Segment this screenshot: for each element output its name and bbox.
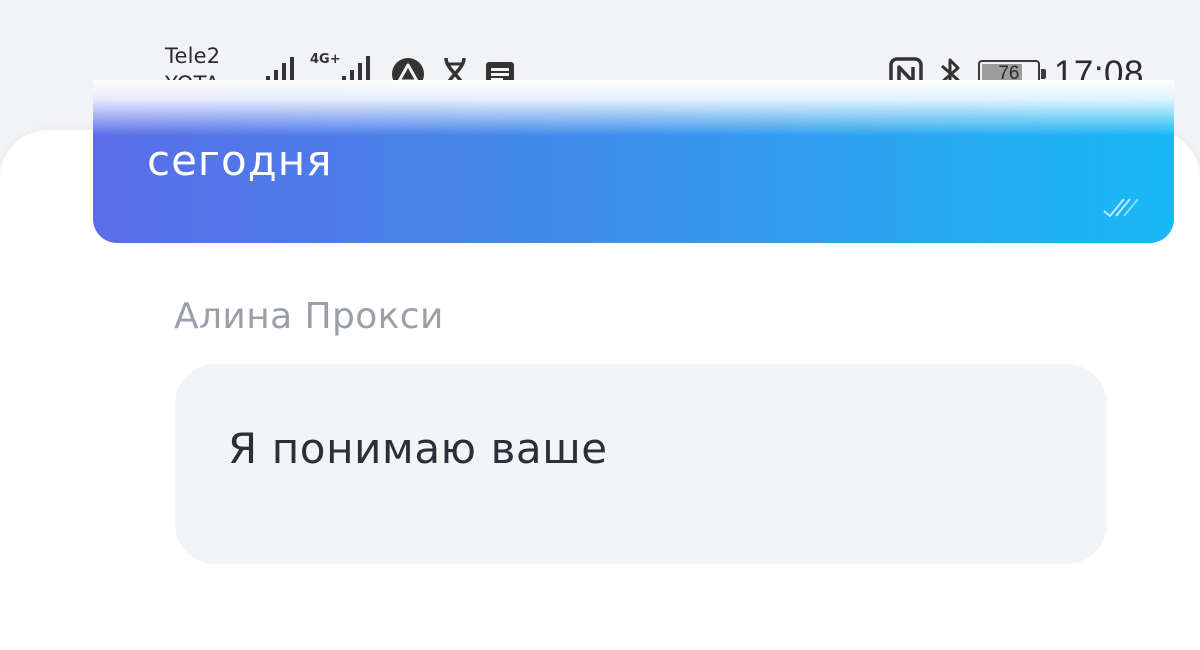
message-read-ticks-icon <box>1103 198 1139 218</box>
incoming-message-text: Я понимаю ваше <box>228 424 608 473</box>
battery-nub <box>1040 69 1046 79</box>
incoming-sender-name: Алина Прокси <box>174 296 444 337</box>
outgoing-message-text: сегодня <box>147 136 333 185</box>
scroll-fade-overlay <box>93 80 1174 136</box>
carrier-1: Tele2 <box>165 44 221 68</box>
